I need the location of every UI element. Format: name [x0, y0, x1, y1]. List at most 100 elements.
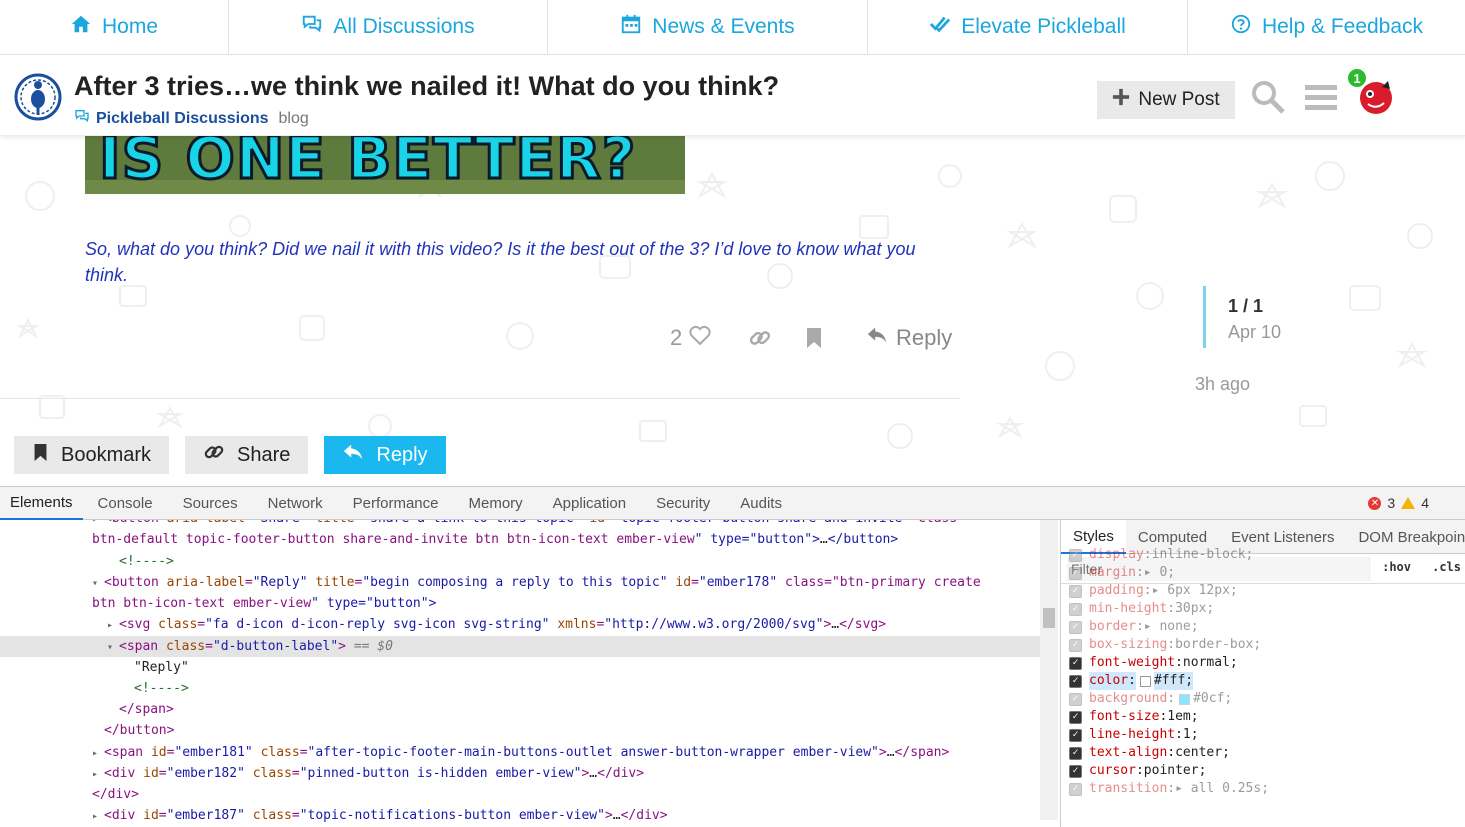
css-property[interactable]: border [1089, 618, 1136, 636]
css-rule-text-align[interactable]: ✓ text-align: center; [1069, 744, 1230, 762]
css-rule-font-size[interactable]: ✓ font-size: 1em; [1069, 708, 1199, 726]
timeline-ago[interactable]: 3h ago [1195, 374, 1250, 395]
post-image[interactable]: IS ONE BETTER? [85, 136, 685, 194]
dom-node-selected[interactable]: ▾ <span class="d-button-label"> == $0 [0, 636, 1040, 657]
rule-checkbox[interactable]: ✓ [1069, 692, 1082, 706]
bookmark-icon[interactable] [804, 326, 824, 355]
css-property[interactable]: margin [1089, 564, 1136, 582]
rule-checkbox[interactable]: ✓ [1069, 728, 1082, 742]
dom-node[interactable]: btn-default topic-footer-button share-an… [0, 529, 1040, 550]
css-rule-min-height[interactable]: ✓ min-height: 30px; [1069, 600, 1214, 618]
css-property[interactable]: cursor [1089, 762, 1136, 780]
css-property[interactable]: background [1089, 690, 1167, 708]
rule-checkbox[interactable]: ✓ [1069, 782, 1082, 796]
nav-home[interactable]: Home [0, 0, 229, 54]
like-button[interactable]: 2 [670, 323, 712, 353]
dom-node[interactable]: </span> [0, 699, 1040, 720]
css-property[interactable]: min-height [1089, 600, 1167, 618]
expand-arrow-icon[interactable]: ▸ [92, 806, 104, 827]
css-value[interactable]: #fff; [1153, 672, 1194, 690]
tag-link[interactable]: blog [279, 110, 309, 128]
css-value[interactable]: 1em; [1167, 708, 1198, 726]
css-property[interactable]: padding [1089, 582, 1144, 600]
rule-checkbox[interactable]: ✓ [1069, 746, 1082, 760]
dom-node[interactable]: ▸<button aria-label="Share" title="share… [0, 520, 1040, 529]
dom-tree[interactable]: ▸ <button aria-label="Share" title="share… [0, 520, 1060, 827]
nav-help-feedback[interactable]: Help & Feedback [1188, 0, 1465, 54]
color-swatch[interactable] [1179, 693, 1191, 705]
css-rule-padding[interactable]: ✓ padding: ▸ 6px 12px; [1069, 582, 1238, 600]
tab-application[interactable]: Application [538, 487, 641, 520]
hov-toggle[interactable]: :hov [1382, 560, 1411, 574]
site-logo[interactable] [14, 73, 62, 121]
rule-checkbox[interactable]: ✓ [1069, 674, 1082, 688]
tab-audits[interactable]: Audits [725, 487, 797, 520]
timeline-bar[interactable] [1203, 286, 1206, 348]
bookmark-button[interactable]: Bookmark [14, 436, 170, 474]
css-value[interactable]: ▸ all 0.25s; [1175, 780, 1269, 798]
dom-node[interactable]: ▸ <div id="ember187" class="topic-notific… [0, 805, 1040, 826]
css-property[interactable]: display [1089, 546, 1144, 564]
share-button[interactable]: Share [185, 436, 309, 474]
rule-checkbox[interactable]: ✓ [1069, 764, 1082, 778]
new-post-button[interactable]: New Post [1097, 81, 1235, 119]
nav-all-discussions[interactable]: All Discussions [229, 0, 548, 54]
dom-scrollbar-thumb[interactable] [1043, 608, 1055, 628]
dom-node[interactable]: ▸ <span id="ember181" class="after-topic-… [0, 742, 1040, 763]
css-property[interactable]: line-height [1089, 726, 1175, 744]
css-property[interactable]: box-sizing [1089, 636, 1167, 654]
css-rule-box-sizing[interactable]: ✓ box-sizing: border-box; [1069, 636, 1261, 654]
css-rule-cursor[interactable]: ✓ cursor: pointer; [1069, 762, 1206, 780]
console-status[interactable]: ✕ 3 4 [1368, 495, 1429, 511]
tab-network[interactable]: Network [253, 487, 338, 520]
css-value[interactable]: normal; [1183, 654, 1238, 672]
tab-performance[interactable]: Performance [338, 487, 454, 520]
css-rule-font-weight[interactable]: ✓ font-weight: normal; [1069, 654, 1238, 672]
tab-security[interactable]: Security [641, 487, 725, 520]
dom-node[interactable]: ▸ <div id="ember182" class="pinned-button… [0, 763, 1040, 784]
tab-console[interactable]: Console [83, 487, 168, 520]
css-rule-color[interactable]: ✓ color: #fff; [1069, 672, 1194, 690]
category-link[interactable]: Pickleball Discussions [74, 108, 269, 129]
dom-node[interactable]: </button> [0, 720, 1040, 741]
css-property[interactable]: text-align [1089, 744, 1167, 762]
tab-dom-breakpoints[interactable]: DOM Breakpoints [1346, 520, 1465, 554]
post-reply-button[interactable]: Reply [866, 324, 952, 352]
expand-arrow-icon[interactable]: ▸ [92, 743, 104, 764]
css-property[interactable]: color [1089, 672, 1129, 690]
expand-arrow-icon[interactable]: ▾ [92, 573, 104, 594]
css-value[interactable]: pointer; [1144, 762, 1207, 780]
nav-elevate-pickleball[interactable]: Elevate Pickleball [868, 0, 1188, 54]
dom-node[interactable]: btn btn-icon-text ember-view" type="butt… [0, 593, 1040, 614]
css-value[interactable]: 1; [1183, 726, 1199, 744]
rule-checkbox[interactable]: ✓ [1069, 602, 1082, 616]
dom-scrollbar[interactable] [1040, 520, 1058, 820]
css-value[interactable]: ▸ none; [1144, 618, 1199, 636]
tab-elements[interactable]: Elements [0, 487, 83, 520]
rule-checkbox[interactable]: ✓ [1069, 620, 1082, 634]
css-value[interactable]: inline-block; [1152, 546, 1254, 564]
css-value[interactable]: 30px; [1175, 600, 1214, 618]
css-value[interactable]: #0cf; [1193, 690, 1232, 708]
css-rule-background[interactable]: ✓ background: #0cf; [1069, 690, 1232, 708]
reply-button[interactable]: Reply [324, 436, 446, 474]
css-rule-display[interactable]: ✓ display: inline-block; [1069, 546, 1253, 564]
css-property[interactable]: font-size [1089, 708, 1159, 726]
link-icon[interactable] [748, 326, 772, 355]
rule-checkbox[interactable]: ✓ [1069, 710, 1082, 724]
rule-checkbox[interactable]: ✓ [1069, 548, 1082, 562]
css-rule-transition[interactable]: ✓ transition: ▸ all 0.25s; [1069, 780, 1269, 798]
expand-arrow-icon[interactable]: ▸ [107, 615, 119, 636]
expand-arrow-icon[interactable]: ▸ [92, 764, 104, 785]
rule-checkbox[interactable]: ✓ [1069, 566, 1082, 580]
notification-badge[interactable]: 1 [1346, 67, 1368, 89]
dom-node[interactable]: </div> [0, 784, 1040, 805]
search-icon[interactable] [1250, 79, 1286, 120]
cls-toggle[interactable]: .cls [1432, 560, 1461, 574]
css-value[interactable]: border-box; [1175, 636, 1261, 654]
css-value[interactable]: center; [1175, 744, 1230, 762]
dom-node[interactable]: <!----> [0, 551, 1040, 572]
expand-arrow-icon[interactable]: ▾ [107, 637, 119, 658]
dom-node[interactable]: ▾ <button aria-label="Reply" title="begin… [0, 572, 1040, 593]
css-value[interactable]: ▸ 6px 12px; [1152, 582, 1238, 600]
